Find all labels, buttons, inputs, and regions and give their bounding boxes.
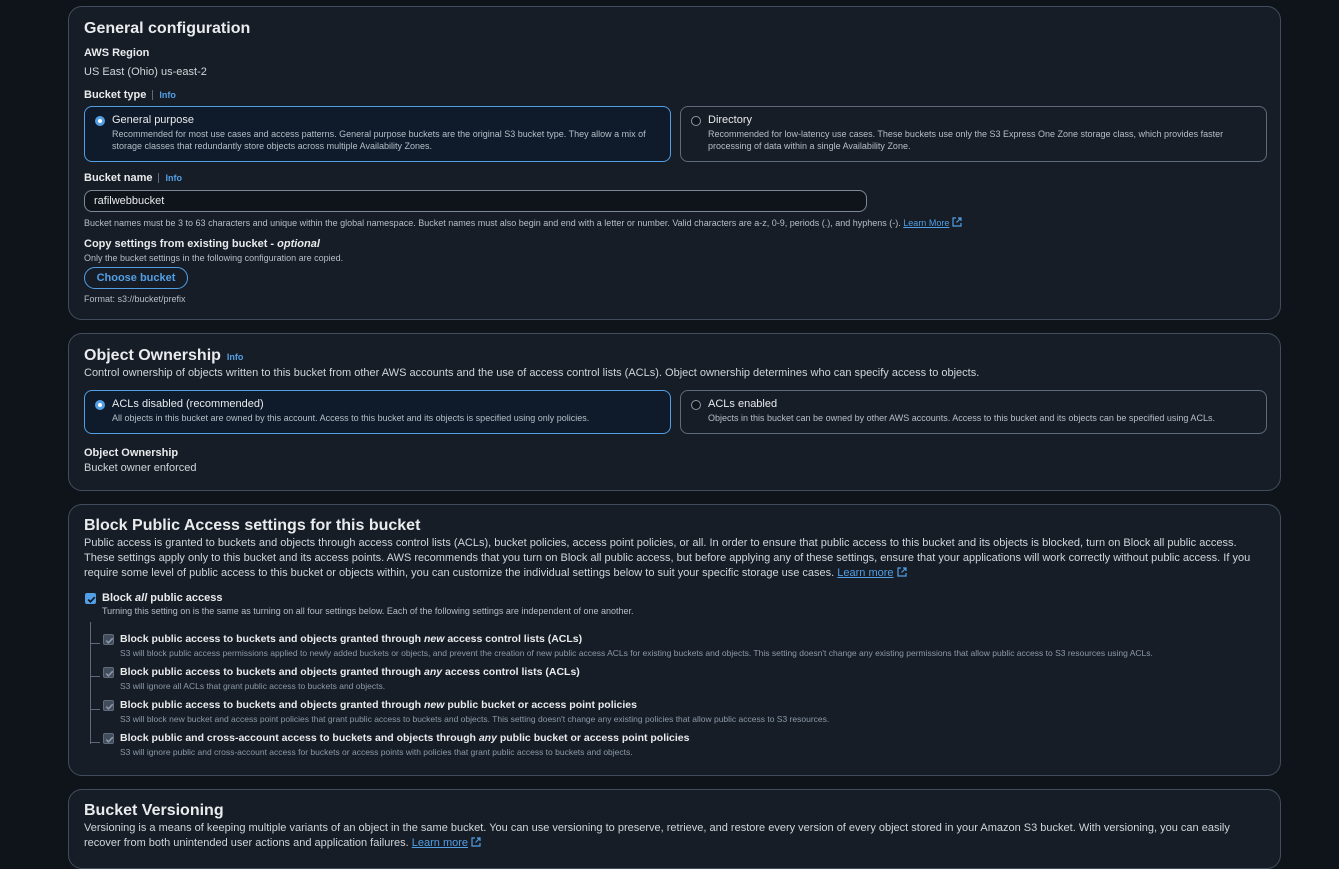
copy-settings-text: Copy settings from existing bucket -	[84, 238, 278, 250]
learn-more-text: Learn More	[903, 218, 950, 228]
object-ownership-panel: Object Ownership Info Control ownership o…	[68, 333, 1281, 491]
acls-enabled-title: ACLs enabled	[708, 398, 778, 410]
object-ownership-info-link[interactable]: Info	[227, 352, 244, 362]
acls-disabled-tile[interactable]: ACLs disabled (recommended) All objects …	[84, 390, 671, 434]
block-any-acls-title: Block public access to buckets and objec…	[120, 666, 580, 678]
choose-bucket-button[interactable]: Choose bucket	[84, 267, 188, 289]
copy-settings-help: Only the bucket settings in the followin…	[84, 253, 344, 263]
learn-more-text: Learn more	[411, 837, 469, 849]
bucket-versioning-desc-text: Versioning is a means of keeping multipl…	[84, 822, 1230, 849]
bucket-versioning-panel: Bucket Versioning Versioning is a means …	[68, 789, 1281, 869]
block-new-policies-desc: S3 will block new bucket and access poin…	[120, 714, 830, 724]
block-all-em: all	[135, 592, 148, 604]
object-ownership-title: Object Ownership	[84, 347, 221, 364]
block-all-public-access-desc: Turning this setting on is the same as t…	[102, 606, 634, 616]
external-link-icon	[952, 217, 962, 227]
item-pre: Block public access to buckets and objec…	[120, 699, 424, 711]
item-pre: Block public and cross-account access to…	[120, 732, 479, 744]
directory-title: Directory	[708, 114, 753, 126]
object-ownership-field-value: Bucket owner enforced	[84, 462, 197, 474]
block-new-acls-checkbox[interactable]	[103, 634, 114, 645]
item-post: access control lists (ACLs)	[444, 633, 583, 645]
block-new-acls-title: Block public access to buckets and objec…	[120, 633, 582, 645]
general-purpose-title: General purpose	[112, 114, 194, 126]
tree-tick	[90, 676, 100, 677]
item-em: any	[423, 666, 443, 678]
aws-region-label: AWS Region	[84, 47, 150, 59]
bucket-versioning-learn-more-link[interactable]: Learn more	[412, 837, 481, 849]
block-public-access-learn-more-link[interactable]: Learn more	[837, 567, 907, 579]
acls-disabled-radio[interactable]	[95, 400, 105, 410]
object-ownership-field-label: Object Ownership	[84, 447, 179, 459]
block-public-access-title: Block Public Access settings for this bu…	[84, 517, 421, 534]
sub-settings-tree-line	[90, 622, 91, 744]
block-any-policies-checkbox[interactable]	[103, 733, 114, 744]
copy-settings-label: Copy settings from existing bucket - opt…	[84, 238, 320, 250]
checkmark-icon	[105, 703, 114, 710]
general-configuration-title: General configuration	[84, 20, 251, 37]
block-any-policies-desc: S3 will ignore public and cross-account …	[120, 747, 633, 757]
aws-region-value: US East (Ohio) us-east-2	[84, 66, 207, 78]
bucket-name-help-text: Bucket names must be 3 to 63 characters …	[84, 218, 901, 228]
block-new-acls-desc: S3 will block public access permissions …	[120, 648, 1153, 658]
block-public-access-panel: Block Public Access settings for this bu…	[68, 504, 1281, 776]
bucket-name-label-row: Bucket name Info	[84, 172, 182, 184]
tree-tick	[90, 643, 100, 644]
item-pre: Block public access to buckets and objec…	[120, 666, 424, 678]
tree-tick	[90, 742, 100, 743]
item-em: new	[423, 633, 445, 645]
block-all-pre: Block	[102, 592, 136, 604]
bucket-type-label: Bucket type	[84, 89, 147, 101]
block-any-policies-title: Block public and cross-account access to…	[120, 732, 690, 744]
bucket-name-learn-more-link[interactable]: Learn More	[903, 217, 962, 228]
bucket-name-input[interactable]	[84, 190, 867, 212]
acls-disabled-desc: All objects in this bucket are owned by …	[112, 413, 590, 423]
bucket-versioning-desc: Versioning is a means of keeping multipl…	[84, 821, 1265, 851]
external-link-icon	[471, 837, 481, 847]
general-purpose-desc: Recommended for most use cases and acces…	[112, 129, 646, 151]
acls-enabled-radio[interactable]	[691, 400, 701, 410]
acls-disabled-title: ACLs disabled (recommended)	[112, 398, 264, 410]
item-post: access control lists (ACLs)	[442, 666, 580, 678]
object-ownership-title-row: Object Ownership Info	[84, 347, 243, 365]
bucket-type-label-row: Bucket type Info	[84, 89, 176, 101]
checkmark-icon	[105, 637, 114, 644]
block-new-policies-checkbox[interactable]	[103, 700, 114, 711]
block-all-post: public access	[147, 592, 223, 604]
item-em: new	[423, 699, 445, 711]
general-purpose-radio[interactable]	[95, 116, 105, 126]
directory-desc: Recommended for low-latency use cases. T…	[708, 129, 1224, 151]
block-new-policies-title: Block public access to buckets and objec…	[120, 699, 637, 711]
checkmark-icon	[87, 596, 96, 603]
block-all-public-access-label: Block all public access	[102, 592, 222, 604]
bucket-type-info-link[interactable]: Info	[152, 90, 176, 100]
item-em: any	[478, 732, 497, 744]
bucket-name-info-link[interactable]: Info	[158, 173, 182, 183]
acls-enabled-tile[interactable]: ACLs enabled Objects in this bucket can …	[680, 390, 1267, 434]
block-all-public-access-checkbox[interactable]	[85, 593, 96, 604]
item-post: public bucket or access point policies	[444, 699, 637, 711]
block-public-access-desc-text: Public access is granted to buckets and …	[84, 537, 1251, 579]
copy-settings-optional: optional	[277, 238, 320, 250]
block-any-acls-desc: S3 will ignore all ACLs that grant publi…	[120, 681, 386, 691]
bucket-type-general-purpose-tile[interactable]: General purpose Recommended for most use…	[84, 106, 671, 162]
general-configuration-panel: General configuration AWS Region US East…	[68, 6, 1281, 320]
block-any-acls-checkbox[interactable]	[103, 667, 114, 678]
tree-tick	[90, 709, 100, 710]
bucket-name-help: Bucket names must be 3 to 63 characters …	[84, 217, 962, 228]
bucket-type-directory-tile[interactable]: Directory Recommended for low-latency us…	[680, 106, 1267, 162]
acls-enabled-desc: Objects in this bucket can be owned by o…	[708, 413, 1215, 423]
checkmark-icon	[105, 736, 114, 743]
item-pre: Block public access to buckets and objec…	[120, 633, 424, 645]
object-ownership-desc: Control ownership of objects written to …	[84, 367, 980, 379]
external-link-icon	[896, 567, 907, 577]
format-hint: Format: s3://bucket/prefix	[84, 294, 186, 304]
item-post: public bucket or access point policies	[496, 732, 690, 744]
directory-radio[interactable]	[691, 116, 701, 126]
block-public-access-desc: Public access is granted to buckets and …	[84, 536, 1265, 581]
checkmark-icon	[105, 670, 114, 677]
learn-more-text: Learn more	[837, 567, 894, 579]
bucket-versioning-title: Bucket Versioning	[84, 802, 224, 819]
bucket-name-label: Bucket name	[84, 172, 153, 184]
